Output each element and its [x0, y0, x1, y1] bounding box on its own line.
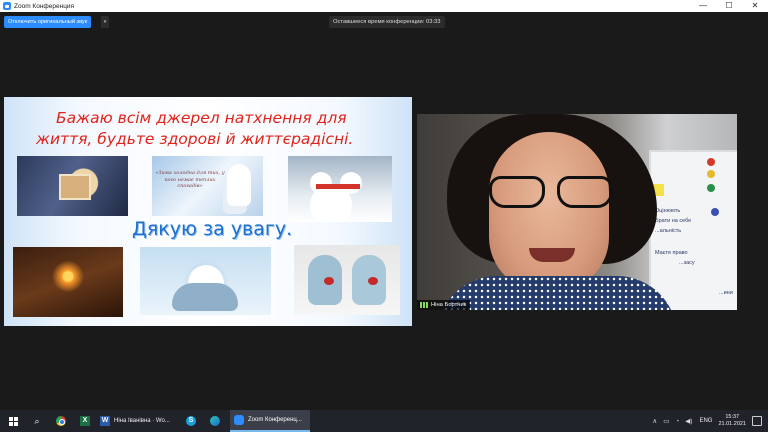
original-sound-button[interactable]: Отключить оригинальный звук [4, 16, 92, 28]
snow-heart-hands-image [140, 247, 271, 315]
board-magnet [711, 208, 719, 216]
window-title: Zoom Конференция [14, 2, 75, 10]
taskbar-word-label: Ніна Іванівна · Wo... [114, 418, 170, 424]
edge-icon [210, 416, 220, 426]
participant-name: Ніна Бортник [431, 302, 467, 308]
board-text: ...ини [719, 290, 733, 296]
windows-taskbar: ⌕ X W Ніна Іванівна · Wo... S Zoom Конфе… [0, 410, 768, 432]
close-button[interactable]: ✕ [742, 0, 768, 12]
taskbar-zoom-label: Zoom Конференц... [248, 417, 302, 423]
board-magnet [707, 184, 715, 192]
swan-quote-image: «Зима холодна для тих, у кого немає тепл… [152, 156, 263, 216]
system-tray: ∧ ▭ ◔ ◀) ENG 15:37 21.01.2021 [649, 410, 768, 432]
shared-screen-slide: Бажаю всім джерел натхнення для життя, б… [4, 97, 412, 326]
snowmen-image [288, 156, 392, 222]
taskbar-skype[interactable]: S [186, 410, 198, 432]
participant-name-badge: Ніна Бортник [417, 300, 471, 310]
slide-text-line-2: життя, будьте здорові й життєрадісні. [36, 130, 354, 148]
slide-text-line-1: Бажаю всім джерел натхнення для [56, 109, 347, 127]
participant-face [489, 132, 609, 292]
board-magnet [707, 158, 715, 166]
felt-mittens-image [294, 245, 400, 315]
whiteboard-background: Оцінюють Брати на себе ...альність Маєте… [649, 150, 737, 310]
participant-body [437, 276, 677, 310]
board-text: Маєте право [655, 250, 688, 256]
chrome-icon [56, 416, 66, 426]
window-controls: — ☐ ✕ [690, 0, 768, 12]
participant-video[interactable]: Оцінюють Брати на себе ...альність Маєте… [417, 114, 737, 310]
taskbar-chrome[interactable] [56, 410, 68, 432]
slide-thanks-text: Дякую за увагу. [132, 218, 293, 240]
skype-icon: S [186, 416, 196, 426]
participant-glasses [487, 176, 613, 208]
taskbar-clock[interactable]: 15:37 21.01.2021 [718, 414, 746, 428]
participant-mouth [529, 248, 575, 262]
word-icon: W [100, 416, 110, 426]
volume-icon[interactable]: ◀) [685, 417, 692, 425]
board-text: Брати на себе [655, 218, 692, 224]
network-icon[interactable]: ◔ [675, 418, 679, 425]
battery-icon[interactable]: ▭ [663, 417, 669, 425]
window-titlebar: Zoom Конференция — ☐ ✕ [0, 0, 768, 12]
gift-hands-image [17, 156, 128, 216]
board-text: ...засу [679, 260, 695, 266]
taskbar-excel[interactable]: X [80, 410, 92, 432]
excel-icon: X [80, 416, 90, 426]
input-language[interactable]: ENG [699, 418, 712, 424]
search-icon: ⌕ [34, 415, 40, 426]
taskbar-edge[interactable] [210, 410, 222, 432]
winter-quote-text: «Зима холодна для тих, у кого немає тепл… [155, 170, 225, 189]
notification-center-icon[interactable] [752, 416, 762, 426]
meeting-time-remaining: Оставшееся время конференции: 03:33 [329, 16, 445, 28]
board-magnet [707, 170, 715, 178]
board-text: ...альність [655, 228, 682, 234]
minimize-button[interactable]: — [690, 0, 716, 12]
start-button[interactable] [6, 410, 20, 432]
original-sound-dropdown-icon[interactable]: ▾ [101, 16, 109, 28]
zoom-icon [234, 415, 244, 425]
windows-logo-icon [8, 416, 18, 426]
taskbar-word[interactable]: W Ніна Іванівна · Wo... [100, 410, 184, 432]
audio-level-icon [420, 302, 428, 308]
clock-time: 15:37 [725, 414, 740, 420]
zoom-app-icon [3, 2, 11, 10]
tray-overflow-icon[interactable]: ∧ [652, 417, 657, 425]
candle-spices-image [13, 247, 123, 317]
maximize-button[interactable]: ☐ [716, 0, 742, 12]
board-text: Оцінюють [655, 208, 681, 214]
clock-date: 21.01.2021 [718, 421, 746, 427]
taskbar-search-button[interactable]: ⌕ [30, 410, 44, 432]
taskbar-zoom[interactable]: Zoom Конференц... [230, 410, 310, 432]
